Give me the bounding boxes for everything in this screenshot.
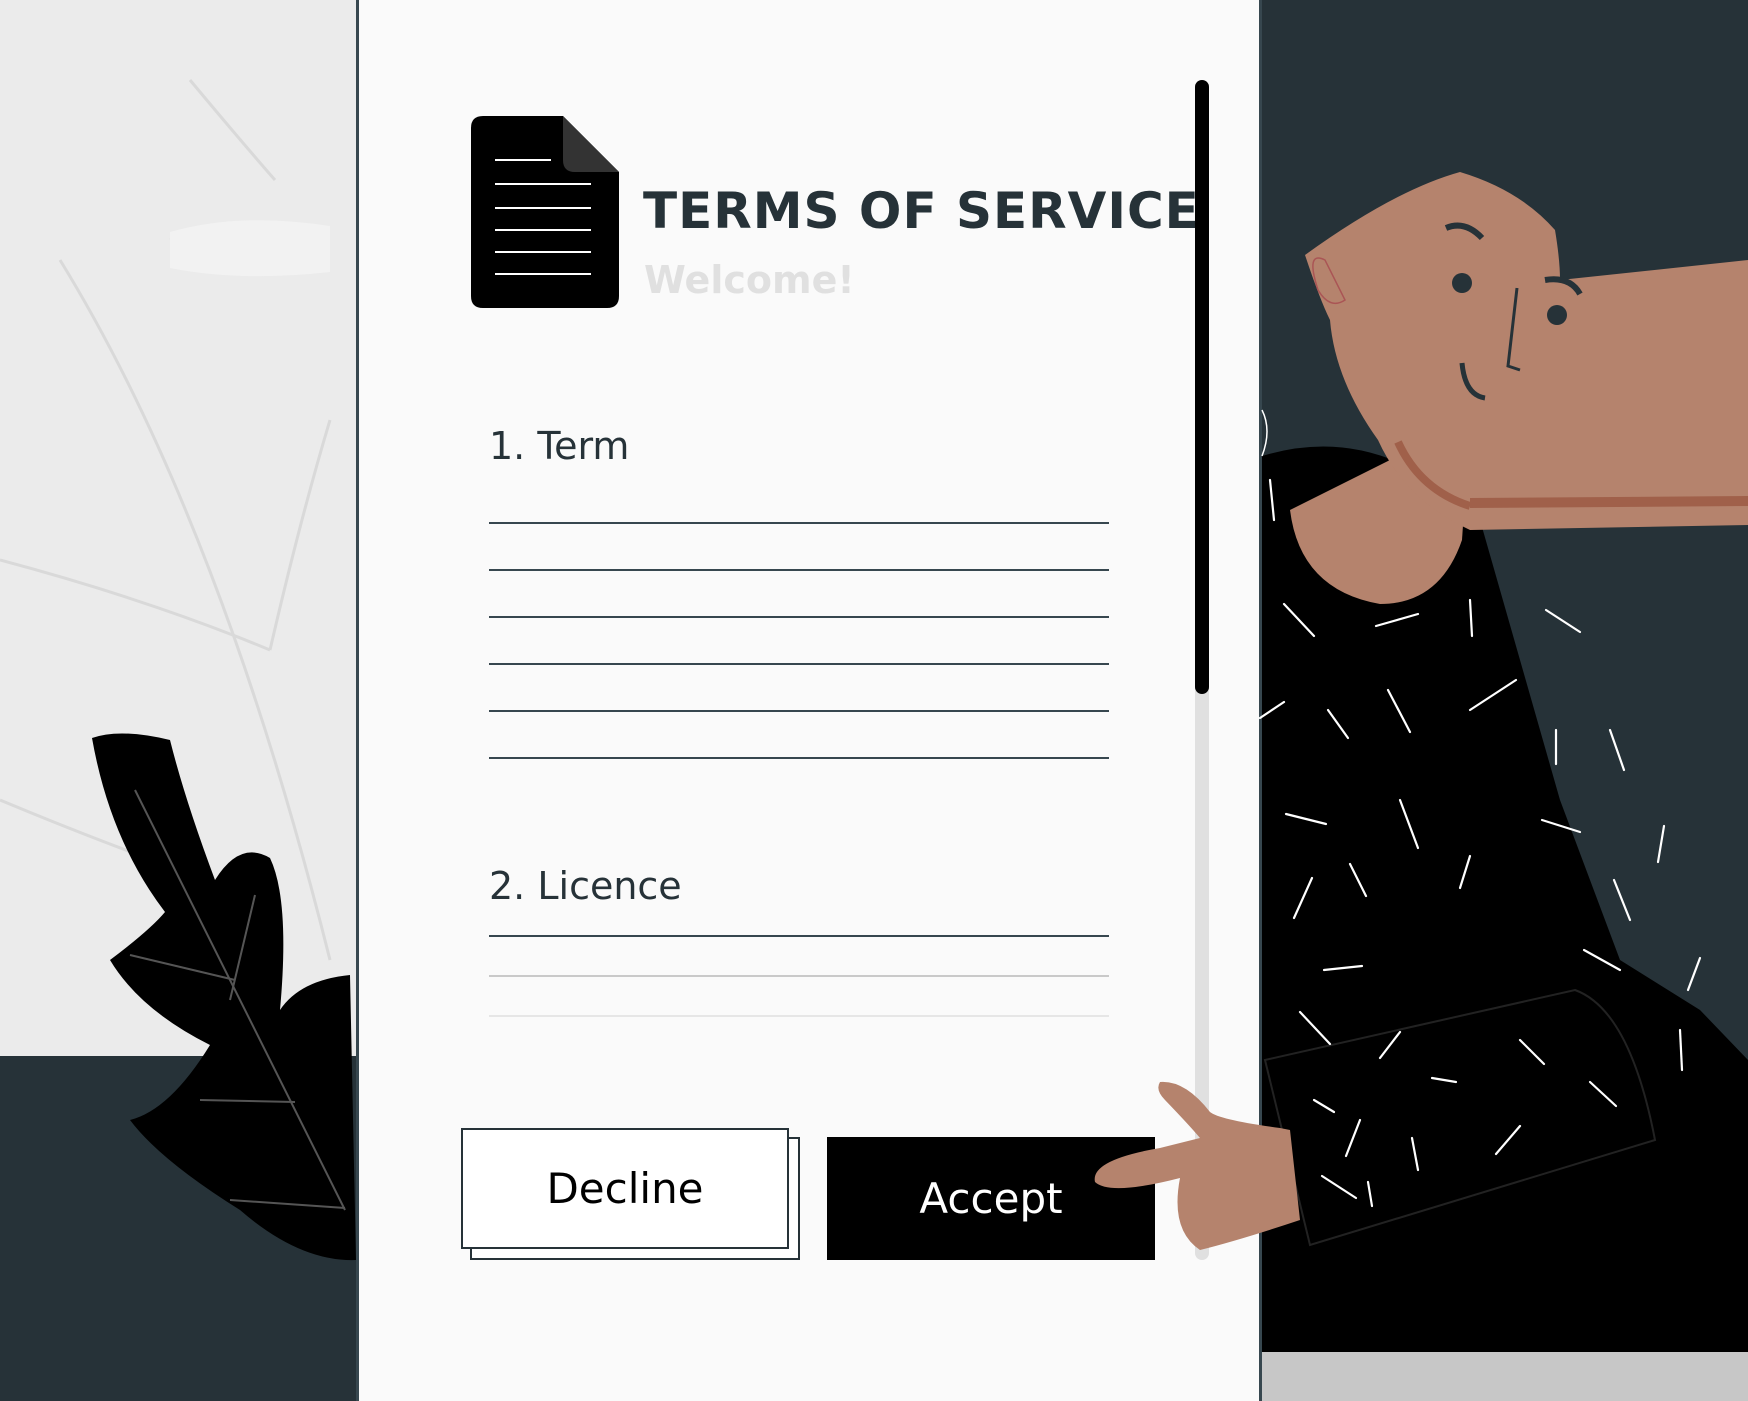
text-line [489,616,1109,618]
plant-illustration [0,79,356,1261]
decline-button[interactable]: Decline [461,1128,789,1249]
text-line [489,975,1109,977]
document-icon [471,116,619,308]
text-line [489,1015,1109,1017]
text-line [489,569,1109,571]
dialog-subtitle: Welcome! [644,258,855,302]
text-line [489,710,1109,712]
accept-button[interactable]: Accept [827,1137,1155,1260]
text-line [489,757,1109,759]
leaf-shape [92,733,356,1261]
illustration-scene: TERMS OF SERVICE Welcome! 1. Term 2. Lic… [0,0,1748,1401]
terms-dialog: TERMS OF SERVICE Welcome! 1. Term 2. Lic… [356,0,1262,1401]
scrollbar-track[interactable] [1195,80,1209,1260]
dialog-title: TERMS OF SERVICE [643,182,1200,240]
text-line [489,522,1109,524]
section-heading-licence: 2. Licence [489,864,682,908]
scrollbar-thumb[interactable] [1195,80,1209,694]
text-line [489,663,1109,665]
text-line [489,935,1109,937]
floor-strip [1240,1352,1748,1401]
section-heading-term: 1. Term [489,424,630,468]
